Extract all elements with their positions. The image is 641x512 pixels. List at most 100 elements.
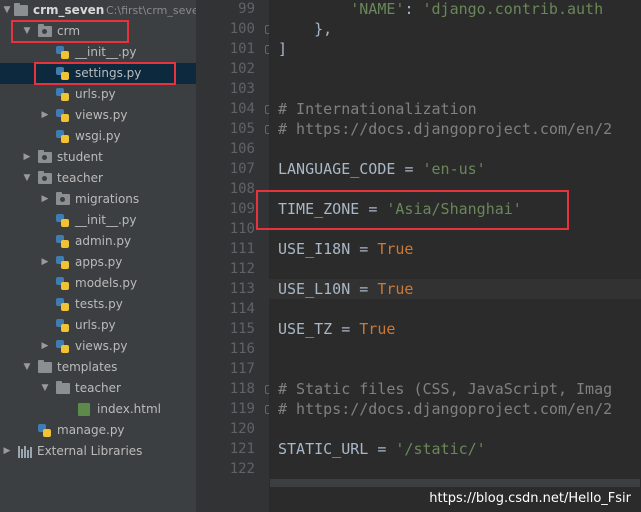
line-number: 120 xyxy=(229,421,255,437)
python-file-icon xyxy=(56,319,69,332)
tree-item-external-libraries[interactable]: ▶ External Libraries xyxy=(0,441,196,462)
line-number: 106 xyxy=(229,141,255,157)
python-file-icon xyxy=(56,256,69,269)
tree-item-label: tests.py xyxy=(75,297,123,311)
python-file-icon xyxy=(38,424,51,437)
code-token: '/static/' xyxy=(395,440,486,458)
line-number: 122 xyxy=(229,461,255,477)
code-line: USE_TZ = True xyxy=(278,319,395,339)
chevron-down-icon[interactable]: ▼ xyxy=(40,378,50,399)
tree-item-urls-py[interactable]: urls.py xyxy=(0,315,196,336)
code-token: = xyxy=(359,240,378,258)
tree-item-wsgi-py[interactable]: wsgi.py xyxy=(0,126,196,147)
line-number: 105 xyxy=(229,121,255,137)
code-token: STATIC_URL xyxy=(278,440,378,458)
package-folder-icon xyxy=(38,150,52,163)
package-folder-icon xyxy=(38,171,52,184)
python-file-icon xyxy=(56,46,69,59)
folder-icon xyxy=(14,3,28,16)
project-root-row[interactable]: ▼ crm_seven C:\first\crm_seve xyxy=(0,0,196,21)
code-line: LANGUAGE_CODE = 'en-us' xyxy=(278,159,486,179)
line-number: 113 xyxy=(229,281,255,297)
chevron-down-icon[interactable]: ▼ xyxy=(22,357,32,378)
code-line: USE_I18N = True xyxy=(278,239,413,259)
line-number: 103 xyxy=(229,81,255,97)
chevron-right-icon[interactable]: ▶ xyxy=(40,189,50,210)
tree-item-views-py[interactable]: ▶ views.py xyxy=(0,105,196,126)
library-icon xyxy=(18,446,32,458)
code-editor[interactable]: 'NAME': 'django.contrib.auth },] # Intern… xyxy=(269,0,641,512)
line-number: 111 xyxy=(229,241,255,257)
code-token: }, xyxy=(278,20,333,38)
tree-item-admin-py[interactable]: admin.py xyxy=(0,231,196,252)
project-path: C:\first\crm_seve xyxy=(106,4,196,17)
python-file-icon xyxy=(56,298,69,311)
watermark: https://blog.csdn.net/Hello_Fsir xyxy=(429,491,631,506)
python-file-icon xyxy=(56,277,69,290)
line-number: 118 xyxy=(229,381,255,397)
tree-item-label: admin.py xyxy=(75,234,132,248)
tree-item-views-py[interactable]: ▶ views.py xyxy=(0,336,196,357)
line-number: 110 xyxy=(229,221,255,237)
tree-item-models-py[interactable]: models.py xyxy=(0,273,196,294)
code-token: = xyxy=(341,320,360,338)
tree-item-teacher[interactable]: ▼ teacher xyxy=(0,168,196,189)
code-token: # Internationalization xyxy=(278,100,477,118)
chevron-right-icon[interactable]: ▶ xyxy=(40,252,50,273)
code-token: 'NAME' xyxy=(350,0,405,18)
tree-item-teacher[interactable]: ▼ teacher xyxy=(0,378,196,399)
highlight-box-crm xyxy=(11,20,129,43)
tree-item-tests-py[interactable]: tests.py xyxy=(0,294,196,315)
line-number: 108 xyxy=(229,181,255,197)
line-number: 107 xyxy=(229,161,255,177)
code-line: }, xyxy=(278,19,332,39)
tree-item-label: apps.py xyxy=(75,255,123,269)
code-token: = xyxy=(377,440,396,458)
tree-item-label: External Libraries xyxy=(37,444,143,458)
line-number: 121 xyxy=(229,441,255,457)
highlight-box-timezone xyxy=(256,190,569,230)
code-token: # https://docs.djangoproject.com/en/2 xyxy=(278,120,613,138)
tree-item-urls-py[interactable]: urls.py xyxy=(0,84,196,105)
tree-item-student[interactable]: ▶ student xyxy=(0,147,196,168)
tree-item-label: teacher xyxy=(57,171,103,185)
html-file-icon xyxy=(78,403,90,416)
line-number: 100 xyxy=(229,21,255,37)
line-number: 115 xyxy=(229,321,255,337)
folder-icon xyxy=(38,360,52,373)
tree-item--init-py[interactable]: __init__.py xyxy=(0,42,196,63)
chevron-right-icon[interactable]: ▶ xyxy=(22,147,32,168)
tree-item--init-py[interactable]: __init__.py xyxy=(0,210,196,231)
code-token: 'django.contrib.auth xyxy=(422,0,604,18)
tree-item-label: student xyxy=(57,150,103,164)
line-number: 109 xyxy=(229,201,255,217)
code-token: True xyxy=(377,240,414,258)
tree-item-label: index.html xyxy=(97,402,161,416)
editor-gutter: 99 100 101 102 103 104 105 106 107 108 109 110 111 11… xyxy=(199,0,274,512)
horizontal-scrollbar[interactable] xyxy=(270,479,640,487)
chevron-down-icon[interactable]: ▼ xyxy=(22,168,32,189)
chevron-down-icon[interactable]: ▼ xyxy=(2,0,12,21)
code-token: USE_TZ xyxy=(278,320,342,338)
project-name: crm_seven xyxy=(33,3,105,17)
tree-item-migrations[interactable]: ▶ migrations xyxy=(0,189,196,210)
line-number: 114 xyxy=(229,301,255,317)
code-line: 'NAME': 'django.contrib.auth xyxy=(278,0,603,19)
chevron-right-icon[interactable]: ▶ xyxy=(40,336,50,357)
line-number: 104 xyxy=(229,101,255,117)
code-line: # Internationalization xyxy=(278,99,477,119)
python-file-icon xyxy=(56,88,69,101)
tree-item-templates[interactable]: ▼ templates xyxy=(0,357,196,378)
tree-item-label: wsgi.py xyxy=(75,129,121,143)
folder-icon xyxy=(56,381,70,394)
code-token: 'en-us' xyxy=(422,160,486,178)
code-line: # https://docs.djangoproject.com/en/2 xyxy=(278,119,612,139)
tree-item-index-html[interactable]: index.html xyxy=(0,399,196,420)
code-token: ] xyxy=(278,40,288,58)
chevron-right-icon[interactable]: ▶ xyxy=(40,105,50,126)
chevron-right-icon[interactable]: ▶ xyxy=(2,441,12,462)
tree-item-apps-py[interactable]: ▶ apps.py xyxy=(0,252,196,273)
line-number: 99 xyxy=(238,1,255,17)
tree-item-manage-py[interactable]: manage.py xyxy=(0,420,196,441)
code-token: True xyxy=(359,320,396,338)
